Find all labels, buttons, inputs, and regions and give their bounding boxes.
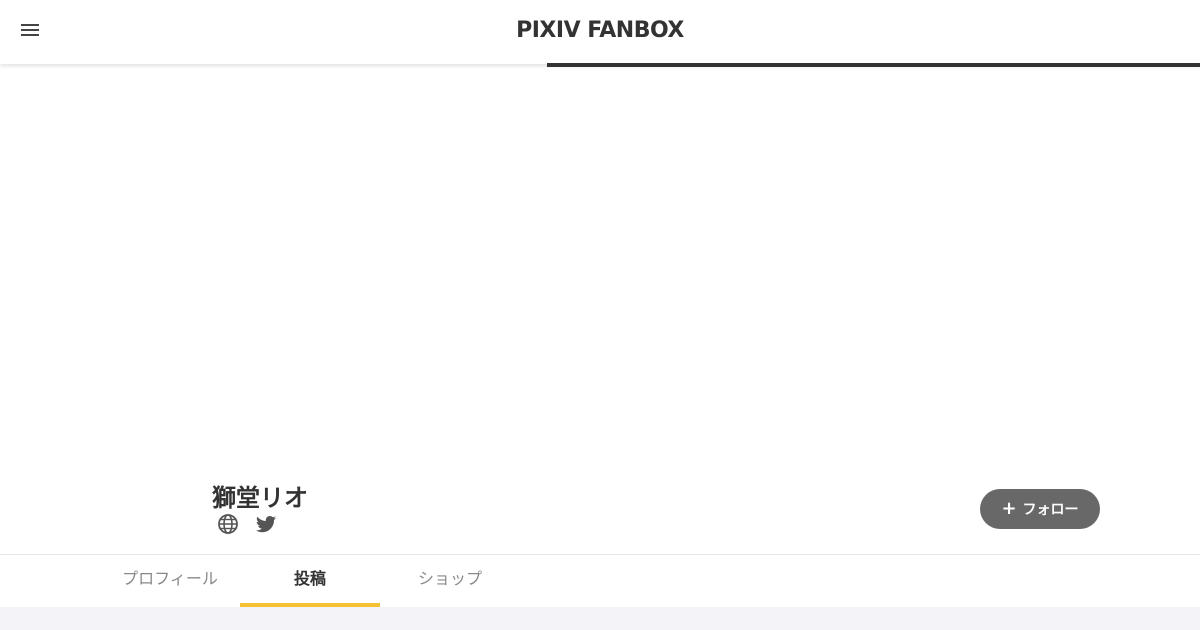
app-header: PIXIV FANBOX xyxy=(0,0,1200,64)
twitter-icon[interactable] xyxy=(254,512,278,536)
tab-posts[interactable]: 投稿 xyxy=(240,555,380,607)
creator-name: 獅堂リオ xyxy=(212,484,308,512)
cover-image xyxy=(0,64,1200,464)
globe-icon[interactable] xyxy=(216,512,240,536)
plus-icon: + xyxy=(1001,498,1017,519)
follow-button[interactable]: + フォロー xyxy=(980,489,1100,529)
tab-shop[interactable]: ショップ xyxy=(380,555,520,607)
page-loading-bar xyxy=(547,63,1200,67)
creator-tabs: プロフィール 投稿 ショップ xyxy=(0,554,1200,607)
tab-profile[interactable]: プロフィール xyxy=(100,555,240,607)
pixiv-fanbox-logo[interactable]: PIXIV FANBOX xyxy=(0,18,1200,43)
follow-button-label: フォロー xyxy=(1022,502,1079,518)
creator-links xyxy=(216,512,278,536)
content-area xyxy=(0,607,1200,630)
